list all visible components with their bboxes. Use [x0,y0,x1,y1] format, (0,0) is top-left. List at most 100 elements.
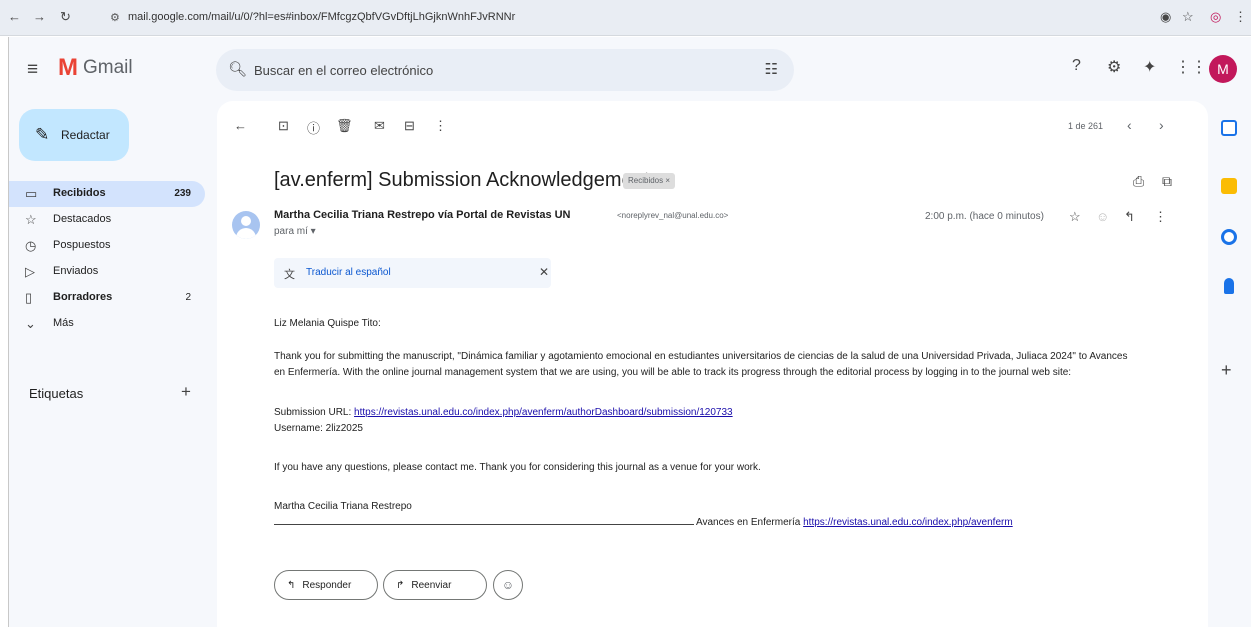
sidebar-item-sent[interactable]: ▷ Enviados [9,259,205,285]
person-head-shape [241,216,251,226]
search-icon[interactable]: 🔍︎ [228,60,247,78]
translate-bar: 文 Traducir al español ✕ [274,258,551,288]
extension-icon[interactable]: ◉ [1160,9,1171,25]
emoji-reaction-icon[interactable]: ☺ [1096,209,1109,224]
sidebar-item-label: Destacados [53,213,112,225]
report-spam-icon[interactable]: ⓘ [307,118,320,137]
journal-url-link[interactable]: https://revistas.unal.edu.co/index.php/a… [803,517,1013,528]
username-line: Username: 2liz2025 [274,423,363,434]
sidebar-item-label: Pospuestos [53,239,111,251]
signature-journal-line: Avances en Enfermería https://revistas.u… [274,517,1013,528]
gmail-header: ≡ M Gmail 🔍︎ ☷ ? ⚙ ✦ ⋮⋮⋮ M [9,37,1251,101]
reply-button[interactable]: ↰ Responder [274,570,378,600]
email-paragraph-line: Thank you for submitting the manuscript,… [274,351,1128,362]
forward-button[interactable]: ↱ Reenviar [383,570,487,600]
account-avatar[interactable]: M [1209,55,1237,83]
email-time: 2:00 p.m. (hace 0 minutos) [925,211,1044,222]
compose-button[interactable]: ✎ Redactar [19,109,129,161]
translate-icon: 文 [284,269,295,281]
settings-gear-icon[interactable]: ⚙ [1107,57,1121,77]
site-settings-icon[interactable]: ⚙ [110,11,120,24]
delete-icon[interactable]: 🗑︎ [336,118,353,134]
submission-url-line: Submission URL: https://revistas.unal.ed… [274,407,733,418]
gemini-sparkle-icon[interactable]: ✦ [1143,57,1156,77]
help-icon[interactable]: ? [1072,57,1081,75]
signature-journal: Avances en Enfermería [696,517,804,528]
message-view: ← ⊡ ⓘ 🗑︎ ✉ ⊟ ⋮ 1 de 261 ‹ › [av.enferm] … [217,101,1208,627]
sidebar-item-label: Enviados [53,265,99,277]
gmail-m-icon: M [58,54,78,81]
add-addon-icon[interactable]: + [1221,360,1232,381]
back-to-inbox-icon[interactable]: ← [234,118,247,133]
pagination-text: 1 de 261 [1068,121,1104,131]
search-input[interactable] [254,59,714,81]
move-to-icon[interactable]: ⊟ [404,118,415,134]
sidebar-item-snoozed[interactable]: ◷ Pospuestos [9,233,205,259]
submission-url-link[interactable]: https://revistas.unal.edu.co/index.php/a… [354,407,733,418]
clock-icon: ◷ [25,238,37,253]
smiley-icon: ☺ [501,578,515,592]
message-more-icon[interactable]: ⋮ [1154,209,1167,225]
email-subject: [av.enferm] Submission Acknowledgement [274,169,650,191]
signature-rule [274,524,694,525]
inbox-label-chip[interactable]: Recibidos × [623,173,676,189]
sidebar-item-drafts[interactable]: ▯ Borradores 2 [9,285,205,311]
sender-avatar [232,211,260,239]
more-actions-icon[interactable]: ⋮ [434,118,447,134]
reload-icon[interactable]: ↻ [60,9,71,25]
emoji-react-button[interactable]: ☺ [493,570,523,600]
reply-icon[interactable]: ↰ [1124,209,1135,225]
pencil-icon: ✎ [35,125,50,144]
sidebar-item-inbox[interactable]: ▭ Recibidos 239 [9,181,205,207]
forward-arrow-icon: ↱ [396,579,405,591]
keep-icon[interactable] [1221,178,1237,194]
sidebar-item-label: Borradores [53,291,113,303]
translate-link[interactable]: Traducir al español [306,267,391,278]
draft-count: 2 [185,292,191,303]
newer-chevron-icon[interactable]: ‹ [1127,117,1132,133]
search-bar: 🔍︎ ☷ [216,49,794,91]
browser-menu-icon[interactable]: ⋮ [1234,9,1247,25]
labels-heading: Etiquetas [29,386,84,401]
gmail-app: ≡ M Gmail 🔍︎ ☷ ? ⚙ ✦ ⋮⋮⋮ M ✎ Redactar ▭ … [8,37,1251,627]
calendar-icon[interactable] [1221,120,1237,136]
mark-unread-icon[interactable]: ✉ [374,118,385,134]
search-options-icon[interactable]: ☷ [765,60,778,78]
person-body-shape [236,228,256,239]
star-icon: ☆ [25,212,37,227]
tasks-icon[interactable] [1221,229,1237,245]
compose-label: Redactar [61,128,110,142]
email-paragraph-line: en Enfermería. With the online journal m… [274,367,1072,378]
recipient-details[interactable]: para mí ▾ [274,226,316,237]
inbox-icon: ▭ [25,186,38,201]
browser-toolbar: ← → ↻ ⚙ mail.google.com/mail/u/0/?hl=es#… [0,0,1251,36]
star-message-icon[interactable]: ☆ [1069,209,1081,225]
questions-line: If you have any questions, please contac… [274,462,761,473]
archive-icon[interactable]: ⊡ [278,118,289,134]
sidebar-item-label: Recibidos [53,187,106,199]
email-greeting: Liz Melania Quispe Tito: [274,318,381,329]
print-icon[interactable]: ⎙ [1133,173,1144,190]
sidebar-item-label: Más [53,317,74,329]
gmail-wordmark: Gmail [83,57,133,78]
back-icon[interactable]: ← [8,9,21,24]
address-bar[interactable]: ⚙ mail.google.com/mail/u/0/?hl=es#inbox/… [100,5,1100,31]
sidebar-item-starred[interactable]: ☆ Destacados [9,207,205,233]
signature-name: Martha Cecilia Triana Restrepo [274,501,412,512]
contacts-icon[interactable] [1224,278,1234,294]
chevron-down-icon: ⌄ [25,316,36,331]
hamburger-menu-icon[interactable]: ≡ [27,59,38,81]
reply-arrow-icon: ↰ [287,579,296,591]
sender-name: Martha Cecilia Triana Restrepo vía Porta… [274,209,571,221]
draft-icon: ▯ [25,290,33,305]
add-label-icon[interactable]: + [181,382,191,402]
sidebar-item-more[interactable]: ⌄ Más [9,311,205,337]
forward-icon[interactable]: → [33,9,46,24]
bookmark-star-icon[interactable]: ☆ [1182,9,1194,25]
close-icon[interactable]: ✕ [539,265,549,279]
gmail-logo[interactable]: M Gmail [58,56,133,80]
profile-icon[interactable]: ◎ [1210,9,1221,25]
reply-button-label: Responder [302,579,352,591]
older-chevron-icon[interactable]: › [1159,117,1164,133]
open-new-window-icon[interactable]: ⧉ [1162,173,1172,190]
